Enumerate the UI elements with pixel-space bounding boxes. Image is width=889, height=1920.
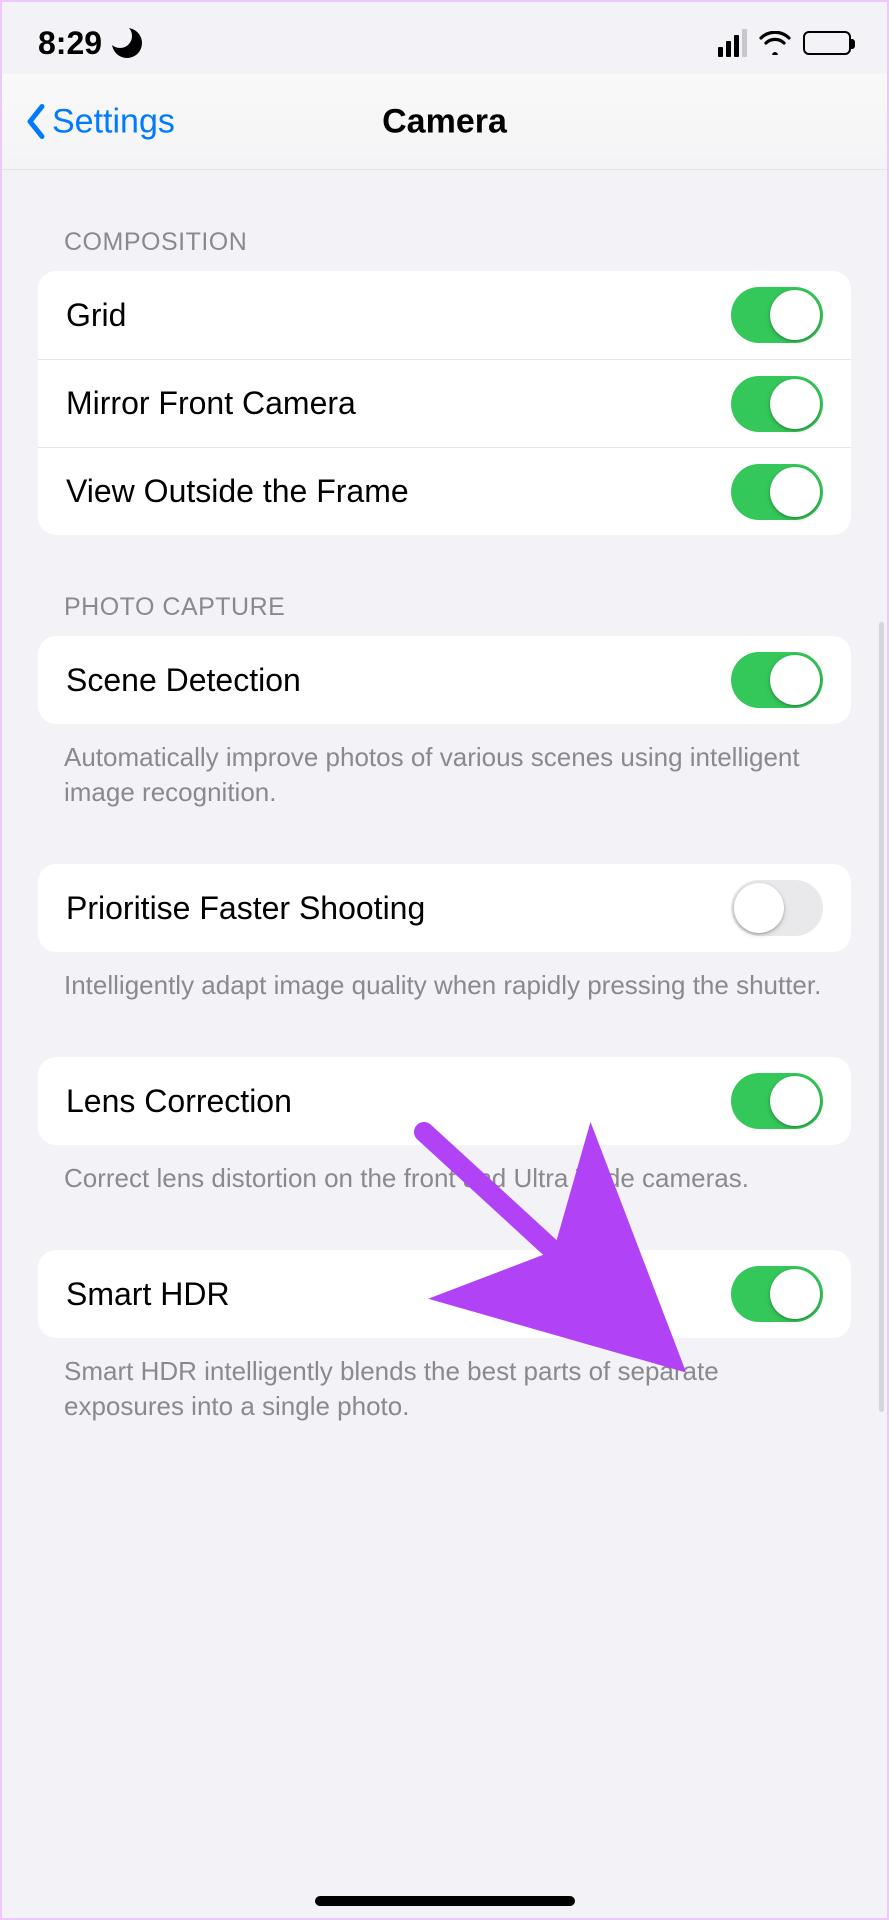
row-label: Prioritise Faster Shooting: [66, 890, 425, 927]
section-header-composition: Composition: [38, 170, 851, 271]
back-label: Settings: [52, 102, 175, 141]
note-lens-correction: Correct lens distortion on the front and…: [38, 1145, 851, 1196]
settings-content: Composition Grid Mirror Front Camera Vie…: [2, 170, 887, 1425]
row-view-outside-frame[interactable]: View Outside the Frame: [38, 447, 851, 535]
row-prioritise-faster-shooting[interactable]: Prioritise Faster Shooting: [38, 864, 851, 952]
row-label: Smart HDR: [66, 1276, 230, 1313]
status-time: 8:29: [38, 25, 102, 62]
section-header-photo-capture: Photo Capture: [38, 535, 851, 636]
status-bar: 8:29: [2, 2, 887, 74]
nav-bar: Settings Camera: [2, 74, 887, 170]
switch-scene-detection[interactable]: [731, 652, 823, 708]
note-scene-detection: Automatically improve photos of various …: [38, 724, 851, 810]
smart-hdr-group: Smart HDR: [38, 1250, 851, 1338]
row-label: Lens Correction: [66, 1083, 292, 1120]
lens-correction-group: Lens Correction: [38, 1057, 851, 1145]
row-label: Scene Detection: [66, 662, 301, 699]
switch-smart-hdr[interactable]: [731, 1266, 823, 1322]
note-faster-shooting: Intelligently adapt image quality when r…: [38, 952, 851, 1003]
row-lens-correction[interactable]: Lens Correction: [38, 1057, 851, 1145]
switch-view-outside-frame[interactable]: [731, 464, 823, 520]
cellular-signal-icon: [718, 29, 747, 57]
battery-icon: [803, 31, 851, 55]
row-smart-hdr[interactable]: Smart HDR: [38, 1250, 851, 1338]
row-label: Mirror Front Camera: [66, 385, 356, 422]
faster-shooting-group: Prioritise Faster Shooting: [38, 864, 851, 952]
switch-mirror-front-camera[interactable]: [731, 376, 823, 432]
scene-detection-group: Scene Detection: [38, 636, 851, 724]
note-smart-hdr: Smart HDR intelligently blends the best …: [38, 1338, 851, 1424]
switch-lens-correction[interactable]: [731, 1073, 823, 1129]
back-button[interactable]: Settings: [24, 102, 175, 141]
composition-group: Grid Mirror Front Camera View Outside th…: [38, 271, 851, 535]
row-grid[interactable]: Grid: [38, 271, 851, 359]
switch-prioritise-faster-shooting[interactable]: [731, 880, 823, 936]
page-title: Camera: [382, 102, 507, 141]
chevron-left-icon: [24, 103, 46, 141]
row-label: Grid: [66, 297, 126, 334]
scroll-indicator: [879, 622, 884, 1412]
home-indicator[interactable]: [315, 1896, 575, 1906]
row-label: View Outside the Frame: [66, 473, 409, 510]
switch-grid[interactable]: [731, 287, 823, 343]
wifi-icon: [759, 31, 791, 55]
row-scene-detection[interactable]: Scene Detection: [38, 636, 851, 724]
row-mirror-front-camera[interactable]: Mirror Front Camera: [38, 359, 851, 447]
do-not-disturb-icon: [112, 28, 142, 58]
